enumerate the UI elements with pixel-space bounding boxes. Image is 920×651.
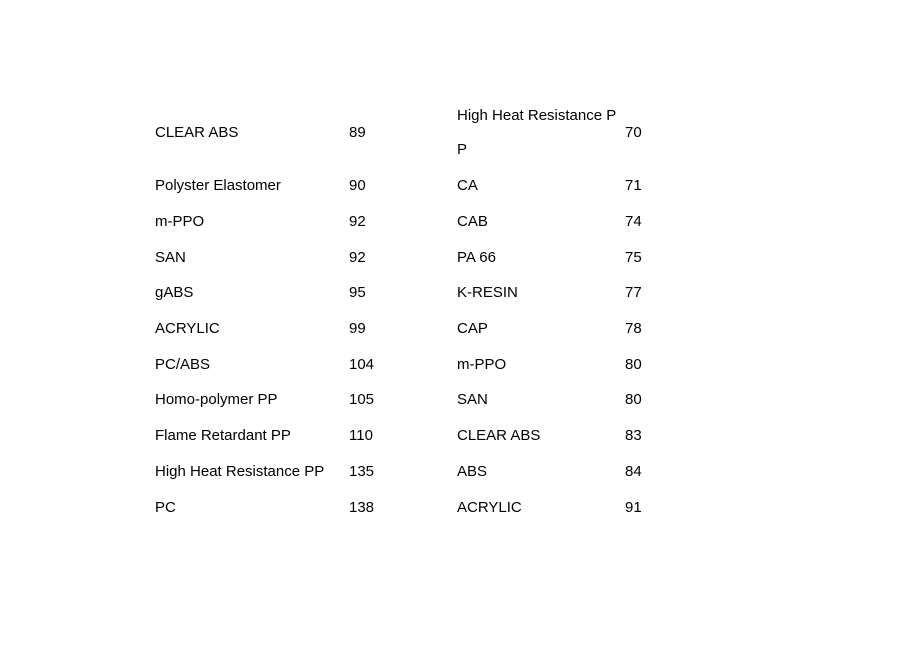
material-name: PC/ABS: [155, 356, 211, 373]
material-name: ACRYLIC: [457, 499, 522, 516]
material-name: Flame Retardant PP: [155, 427, 291, 444]
material-value: 70: [625, 124, 642, 141]
material-name: K-RESIN: [457, 284, 518, 301]
material-name-line2: P: [457, 141, 468, 158]
material-value: 75: [625, 249, 642, 266]
material-name: m-PPO: [155, 213, 205, 230]
material-value: 89: [349, 124, 366, 141]
material-value: 135: [349, 463, 375, 480]
material-name: CAP: [457, 320, 488, 337]
material-value: 138: [349, 499, 375, 516]
material-value: 77: [625, 284, 642, 301]
material-value: 95: [349, 284, 366, 301]
material-value: 99: [349, 320, 366, 337]
material-value: 90: [349, 177, 366, 194]
material-value: 110: [349, 427, 373, 444]
material-name: High Heat Resistance PP: [155, 463, 325, 480]
material-value: 71: [625, 177, 642, 194]
material-value: 84: [625, 463, 642, 480]
material-value: 105: [349, 391, 375, 408]
material-value: 91: [625, 499, 642, 516]
material-value: 92: [349, 249, 366, 266]
material-name: ACRYLIC: [155, 320, 220, 337]
material-value: 92: [349, 213, 366, 230]
material-name: SAN: [155, 249, 186, 266]
material-name: CLEAR ABS: [155, 124, 239, 141]
material-name: SAN: [457, 391, 488, 408]
material-name-line1: High Heat Resistance P: [457, 107, 617, 124]
material-name: PC: [155, 499, 176, 516]
material-value: 104: [349, 356, 375, 373]
material-name: CLEAR ABS: [457, 427, 541, 444]
material-name: gABS: [155, 284, 194, 301]
material-value: 83: [625, 427, 642, 444]
material-value: 78: [625, 320, 642, 337]
material-name: ABS: [457, 463, 488, 480]
material-name: CA: [457, 177, 478, 194]
material-value: 74: [625, 213, 642, 230]
material-value: 80: [625, 356, 642, 373]
material-value: 80: [625, 391, 642, 408]
material-name: Homo-polymer PP: [155, 391, 278, 408]
material-name: CAB: [457, 213, 488, 230]
material-name: m-PPO: [457, 356, 507, 373]
material-name: PA 66: [457, 249, 496, 266]
material-name: Polyster Elastomer: [155, 177, 281, 194]
